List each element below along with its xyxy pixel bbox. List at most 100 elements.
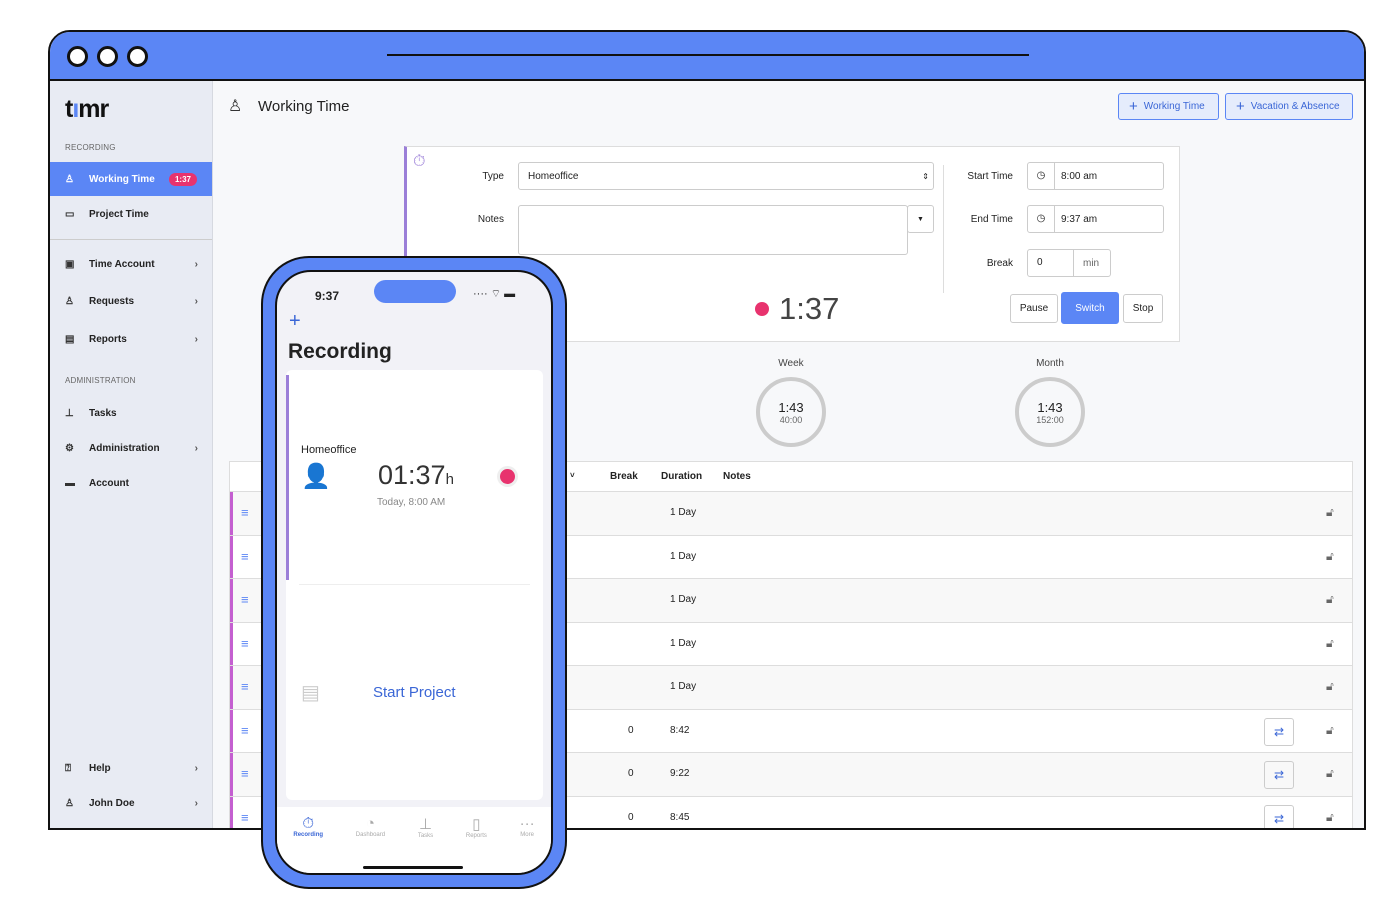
unlock-icon[interactable]: 🔓︎	[1326, 723, 1334, 738]
list-icon[interactable]: ≡	[241, 549, 249, 564]
phone-timer: 01:37h	[378, 460, 454, 490]
column-header-duration[interactable]: Duration	[661, 471, 702, 482]
type-stripe	[230, 622, 233, 665]
unlock-icon[interactable]: 🔓︎	[1326, 549, 1334, 564]
duration-cell: 1 Day	[670, 550, 697, 562]
list-icon[interactable]: ≡	[241, 679, 249, 694]
title-bar	[50, 32, 1364, 81]
notes-dropdown-button[interactable]: ▼	[907, 205, 934, 233]
more-icon: ···	[519, 815, 535, 832]
chevron-right-icon: ›	[194, 442, 198, 454]
unlock-icon[interactable]: 🔓︎	[1326, 636, 1334, 651]
end-time-input[interactable]: ◷ 9:37 am	[1027, 205, 1164, 233]
divider	[943, 165, 944, 293]
window-control[interactable]	[67, 46, 88, 67]
add-working-time-button[interactable]: + Working Time	[1118, 93, 1219, 120]
list-icon[interactable]: ≡	[241, 723, 249, 738]
select-arrows-icon: ⇕	[922, 171, 929, 181]
plus-icon: +	[1129, 98, 1138, 115]
sidebar-item-reports[interactable]: ▤ Reports ›	[50, 322, 212, 356]
type-stripe	[230, 709, 233, 752]
chevron-right-icon: ›	[194, 295, 198, 307]
address-bar[interactable]	[387, 54, 1029, 56]
start-time-input[interactable]: ◷ 8:00 am	[1027, 162, 1164, 190]
list-icon[interactable]: ≡	[241, 766, 249, 781]
chevron-right-icon: ›	[194, 258, 198, 270]
unlock-icon[interactable]: 🔓︎	[1326, 505, 1334, 520]
type-stripe	[230, 535, 233, 578]
column-header-notes[interactable]: Notes	[723, 471, 751, 482]
recording-panel: Homeoffice 👤 01:37h Today, 8:00 AM ▤ Sta…	[286, 370, 543, 800]
user-clock-icon: 👤	[301, 463, 331, 490]
duration-cell: 8:45	[670, 811, 690, 823]
tab-reports[interactable]: ▯ Reports	[466, 815, 487, 873]
sidebar-item-help[interactable]: ⍰ Help ›	[50, 751, 212, 785]
sidebar-item-tasks[interactable]: ⊥ Tasks	[50, 396, 212, 430]
status-time: 9:37	[315, 289, 340, 303]
column-header-break[interactable]: Break	[610, 471, 638, 482]
end-time-label: End Time	[970, 214, 1013, 225]
phone-screen: 9:37 ···· ⌔ ▬ + Recording Homeoffice 👤 0…	[275, 270, 553, 875]
sidebar-item-working-time[interactable]: ♙ Working Time 1:37	[50, 162, 212, 196]
notes-textarea[interactable]	[518, 205, 908, 255]
divider	[50, 239, 212, 240]
unlock-icon[interactable]: 🔓︎	[1326, 592, 1334, 607]
start-project-button[interactable]: Start Project	[373, 684, 456, 701]
switch-icon[interactable]: ⇄	[1264, 804, 1294, 828]
duration-cell: 8:42	[670, 724, 690, 736]
hierarchy-icon: ⊥	[418, 816, 433, 833]
chevron-right-icon: ›	[194, 797, 198, 809]
list-icon[interactable]: ≡	[241, 810, 249, 825]
pause-button[interactable]: Pause	[1010, 294, 1058, 323]
stop-button[interactable]: Stop	[1123, 294, 1163, 323]
week-label: Week	[778, 358, 804, 369]
add-button[interactable]: +	[289, 310, 301, 333]
window-control[interactable]	[127, 46, 148, 67]
hierarchy-icon: ⊥	[65, 407, 74, 419]
sort-chevron-icon[interactable]: ˅	[570, 471, 575, 480]
list-icon[interactable]: ≡	[241, 636, 249, 651]
stopwatch-icon: ⏱	[302, 815, 315, 832]
sidebar-item-project-time[interactable]: ▭ Project Time	[50, 197, 212, 231]
add-vacation-button[interactable]: + Vacation & Absence	[1225, 93, 1353, 120]
home-indicator	[363, 866, 463, 869]
sidebar: tımr RECORDING ♙ Working Time 1:37 ▭ Projec…	[50, 81, 213, 828]
since-label: Today, 8:00 AM	[377, 497, 446, 508]
divider	[299, 584, 530, 585]
gear-icon: ⚙	[65, 442, 74, 454]
user-icon: ♙	[65, 797, 74, 809]
chevron-right-icon: ›	[194, 762, 198, 774]
break-cell: 0	[628, 768, 634, 779]
break-cell: 0	[628, 811, 634, 823]
type-stripe	[230, 796, 233, 828]
window-control[interactable]	[97, 46, 118, 67]
dynamic-island	[374, 280, 456, 303]
sidebar-item-user[interactable]: ♙ John Doe ›	[50, 786, 212, 820]
type-select[interactable]: Homeoffice ⇕	[518, 162, 934, 190]
tab-more[interactable]: ··· More	[519, 815, 535, 873]
month-progress-ring: 1:43 152:00	[1015, 377, 1085, 447]
user-clock-icon: ♙	[65, 173, 74, 185]
list-icon[interactable]: ≡	[241, 592, 249, 607]
tab-recording[interactable]: ⏱ Recording	[293, 815, 323, 873]
sidebar-item-time-account[interactable]: ▣ Time Account ›	[50, 247, 212, 281]
sidebar-item-account[interactable]: ▬ Account	[50, 466, 212, 500]
stopwatch-icon: ⏱	[413, 153, 426, 170]
unlock-icon[interactable]: 🔓︎	[1326, 766, 1334, 781]
sidebar-item-administration[interactable]: ⚙ Administration ›	[50, 431, 212, 465]
unlock-icon[interactable]: 🔓︎	[1326, 679, 1334, 694]
sidebar-item-requests[interactable]: ♙ Requests ›	[50, 284, 212, 318]
break-input[interactable]: 0 min	[1027, 249, 1111, 277]
list-icon[interactable]: ≡	[241, 505, 249, 520]
switch-button[interactable]: Switch	[1061, 292, 1119, 324]
switch-icon[interactable]: ⇄	[1264, 717, 1294, 746]
unlock-icon[interactable]: 🔓︎	[1326, 810, 1334, 825]
status-icons: ···· ⌔ ▬	[473, 288, 516, 300]
recording-indicator[interactable]	[500, 469, 515, 484]
switch-icon[interactable]: ⇄	[1264, 761, 1294, 789]
screen-title: Recording	[288, 340, 392, 363]
type-stripe	[286, 375, 289, 580]
tab-bar: ⏱ Recording ◔ Dashboard ⊥ Tasks ▯ Reports ··…	[277, 807, 551, 873]
clock-icon: ◷	[1028, 206, 1055, 232]
type-stripe	[230, 579, 233, 622]
